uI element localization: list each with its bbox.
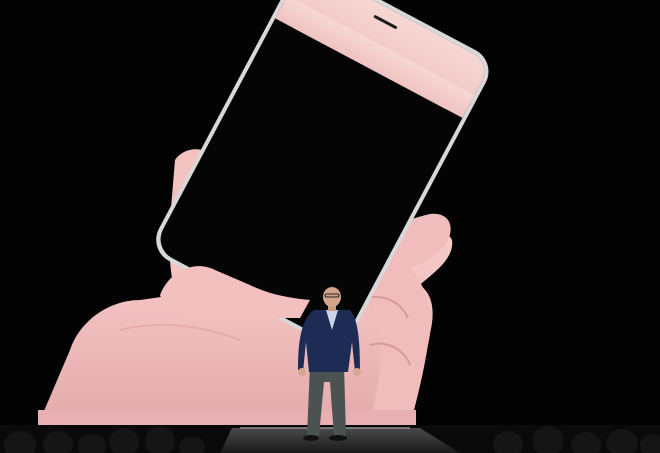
photo-scene: [0, 0, 660, 453]
presenter-shoe-right: [329, 435, 347, 441]
photo-illustration: [0, 0, 660, 453]
presenter-hand-right: [353, 368, 361, 376]
presenter-shoe-left: [303, 435, 319, 441]
presenter-hand-left: [298, 368, 306, 376]
